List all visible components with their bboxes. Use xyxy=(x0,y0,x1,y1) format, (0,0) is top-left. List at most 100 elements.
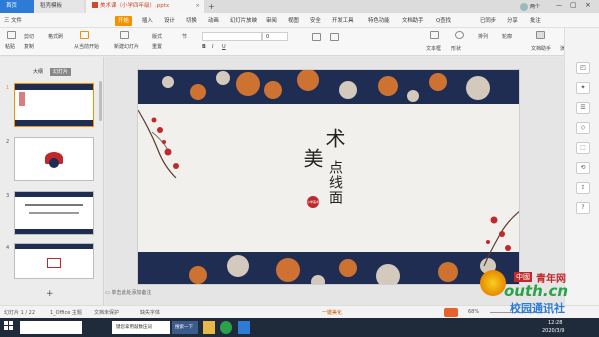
maximize-icon[interactable]: ▢ xyxy=(570,1,577,9)
close-window-icon[interactable]: × xyxy=(585,1,591,9)
sidebar-property-icon[interactable]: ☰ xyxy=(576,102,590,114)
user-avatar[interactable] xyxy=(520,3,528,11)
menu-doc-assistant[interactable]: 文档助手 xyxy=(402,16,424,26)
watermark-domain: outh.cn xyxy=(504,282,569,300)
user-name: 两个 xyxy=(530,4,541,10)
bullets-icon[interactable] xyxy=(312,33,321,41)
watermark-school: 校园通讯社 xyxy=(510,302,565,315)
add-slide-button[interactable]: + xyxy=(46,289,54,299)
font-size-value: 0 xyxy=(266,34,270,40)
textbox-button[interactable]: 文本框 xyxy=(426,45,441,52)
sidebar-backup-icon[interactable]: ⟲ xyxy=(576,162,590,174)
windows-start-icon[interactable] xyxy=(4,321,16,334)
menu-insert[interactable]: 插入 xyxy=(142,16,153,26)
menu-security[interactable]: 安全 xyxy=(310,16,321,26)
menu-slideshow[interactable]: 幻灯片放映 xyxy=(230,16,257,26)
sidebar-share-icon[interactable]: ⇪ xyxy=(576,182,590,194)
slide-thumb-4[interactable] xyxy=(14,243,94,279)
numbering-icon[interactable] xyxy=(330,33,339,41)
sync-status[interactable]: 已同步 xyxy=(480,16,496,26)
doc-assistant-button[interactable]: 文档助手 xyxy=(531,45,551,52)
minimize-icon[interactable]: — xyxy=(556,2,562,9)
windows-taskbar: 键您拿用敲数压词 搜索一下 12:28 2020/3/9 xyxy=(0,318,599,337)
arrange-button[interactable]: 排列 xyxy=(478,33,488,40)
play-icon[interactable] xyxy=(80,31,89,39)
tab-outline[interactable]: 大纲 xyxy=(30,68,46,76)
ppt-file-icon xyxy=(92,2,98,8)
paste-icon[interactable] xyxy=(7,31,16,39)
doc-protect-status[interactable]: 文档未保护 xyxy=(94,309,119,316)
clock-date: 2020/3/9 xyxy=(542,328,565,334)
sidebar-help-icon[interactable]: ? xyxy=(576,202,590,214)
layout-button[interactable]: 版式 xyxy=(152,33,162,40)
wps-taskbar-icon[interactable] xyxy=(238,321,250,334)
menu-review[interactable]: 审阅 xyxy=(266,16,277,26)
new-slide-icon[interactable] xyxy=(120,31,129,39)
search-field[interactable]: 键您拿用敲数压词 xyxy=(112,321,170,334)
section-button[interactable]: 节 xyxy=(182,33,187,40)
clock-time: 12:28 xyxy=(548,320,563,326)
reset-button[interactable]: 重置 xyxy=(152,43,162,50)
paste-button[interactable]: 粘贴 xyxy=(5,43,15,50)
sidebar-shape-icon[interactable]: ◇ xyxy=(576,122,590,134)
menu-home[interactable]: 开始 xyxy=(115,16,132,26)
format-painter-button[interactable]: 格式刷 xyxy=(48,33,63,40)
underline-button[interactable]: U xyxy=(222,44,226,50)
slide-thumb-1[interactable] xyxy=(14,83,94,127)
slide-thumb-3[interactable] xyxy=(14,191,94,235)
menu-design[interactable]: 设计 xyxy=(164,16,175,26)
tab-document-label: 美术课（小学四年级）.pptx xyxy=(100,3,170,9)
missing-font-button[interactable]: 缺失字体 xyxy=(140,309,160,316)
slide-count: 幻灯片 1 / 22 xyxy=(4,310,35,316)
doc-assistant-icon[interactable] xyxy=(536,31,545,39)
share-button[interactable]: 分享 xyxy=(507,16,518,26)
menu-bar: 三 文件 开始 插入 设计 切换 动画 幻灯片放映 审阅 视图 安全 开发工具 … xyxy=(0,13,599,28)
menu-transition[interactable]: 切换 xyxy=(186,16,197,26)
tab-template[interactable]: 稻壳模板 xyxy=(34,0,84,13)
title-char-shu: 术 xyxy=(322,128,346,148)
beautify-button[interactable]: 一键美化 xyxy=(322,309,342,316)
menu-file[interactable]: 三 文件 xyxy=(4,16,22,26)
new-slide-button[interactable]: 新建幻灯片 xyxy=(114,43,139,50)
tab-slides[interactable]: 幻灯片 xyxy=(50,68,72,76)
font-name-field[interactable] xyxy=(202,32,262,41)
sidebar-animation-icon[interactable]: ✦ xyxy=(576,82,590,94)
ribbon-toolbar: 粘贴 剪切 复制 格式刷 从当前开始 新建幻灯片 版式 重置 节 0 B I U… xyxy=(0,28,599,56)
new-tab-button[interactable]: + xyxy=(206,0,218,13)
sidebar-select-icon[interactable]: ⬚ xyxy=(576,142,590,154)
youth-cn-watermark: 中國 青年网 outh.cn 校园通讯社 xyxy=(478,256,598,316)
play-slideshow-button[interactable] xyxy=(444,308,458,317)
tab-document[interactable]: 美术课（小学四年级）.pptx × xyxy=(86,0,204,13)
menu-developer[interactable]: 开发工具 xyxy=(332,16,354,26)
textbox-icon[interactable] xyxy=(430,31,439,39)
search-button[interactable]: 搜索一下 xyxy=(172,321,198,334)
thumb-scrollbar[interactable] xyxy=(99,81,102,121)
menu-search[interactable]: Q查找 xyxy=(436,16,451,26)
italic-button[interactable]: I xyxy=(212,44,213,50)
close-tab-icon[interactable]: × xyxy=(195,0,200,13)
shape-button[interactable]: 形状 xyxy=(451,45,461,52)
menu-features[interactable]: 特色功能 xyxy=(368,16,390,26)
play-from-current-button[interactable]: 从当前开始 xyxy=(74,43,99,50)
notes-area[interactable]: ▭ 单击此处添加备注 xyxy=(105,289,151,296)
explorer-icon[interactable] xyxy=(203,321,215,334)
shape-icon[interactable] xyxy=(455,31,464,39)
theme-name: 1_Office 主题 xyxy=(50,310,82,316)
cut-button[interactable]: 剪切 xyxy=(24,33,34,40)
wechat-icon[interactable] xyxy=(220,321,232,334)
sidebar-design-icon[interactable]: ◰ xyxy=(576,62,590,74)
bold-button[interactable]: B xyxy=(202,44,206,50)
red-seal: 小学美术 xyxy=(307,196,319,208)
font-size-field[interactable]: 0 xyxy=(262,32,288,41)
outline-button[interactable]: 轮廓 xyxy=(502,33,512,40)
slide-thumb-2[interactable] xyxy=(14,137,94,181)
tab-home[interactable]: 首页 xyxy=(0,0,34,13)
menu-view[interactable]: 视图 xyxy=(288,16,299,26)
copy-button[interactable]: 复制 xyxy=(24,43,34,50)
taskbar-search-box[interactable] xyxy=(20,321,82,334)
slide-1[interactable]: 美 术 点线面 小学美术 xyxy=(137,69,520,285)
comment-button[interactable]: 批注 xyxy=(530,16,541,26)
menu-animation[interactable]: 动画 xyxy=(208,16,219,26)
thumb-number: 2 xyxy=(6,139,10,145)
thumb-number: 4 xyxy=(6,245,10,251)
